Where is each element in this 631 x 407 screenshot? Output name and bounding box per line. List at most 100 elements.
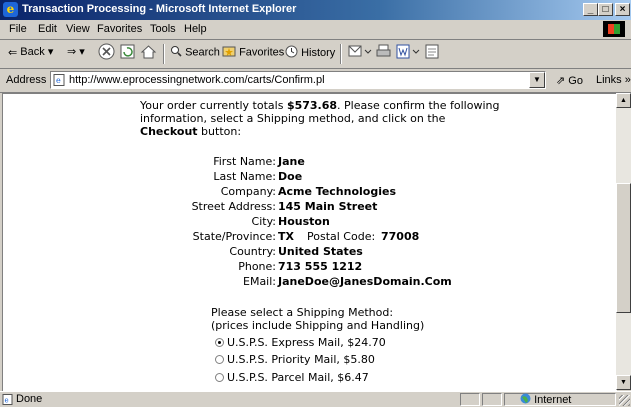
- standard-toolbar: ⇐ Back ▾ ⇒ ▾ Search Favorites History: [0, 40, 631, 69]
- address-bar: Address e http://www.eprocessingnetwork.…: [0, 69, 631, 93]
- history-button[interactable]: History: [285, 45, 335, 61]
- home-icon: [140, 45, 157, 59]
- menu-edit[interactable]: Edit: [38, 23, 57, 35]
- field-label: Company:: [220, 185, 276, 198]
- radio-button-selected[interactable]: [215, 338, 224, 347]
- intro-text: Your order currently totals: [140, 99, 287, 112]
- field-value: United States: [278, 245, 363, 258]
- menu-favorites[interactable]: Favorites: [97, 23, 142, 35]
- printer-icon: [376, 44, 391, 57]
- page-icon: e: [53, 74, 65, 86]
- minimize-button[interactable]: _: [583, 3, 598, 16]
- address-input[interactable]: e http://www.eprocessingnetwork.com/cart…: [50, 71, 546, 89]
- toolbar-separator: [163, 44, 165, 64]
- favorites-button[interactable]: Favorites: [222, 45, 284, 60]
- field-value: Houston: [278, 215, 330, 228]
- search-label: Search: [185, 46, 220, 59]
- forward-arrow-icon: ⇒ ▾: [67, 46, 85, 58]
- maximize-button[interactable]: □: [598, 3, 613, 16]
- field-value: JaneDoe@JanesDomain.Com: [278, 275, 452, 288]
- page-content: Your order currently totals $573.68. Ple…: [2, 93, 617, 391]
- menu-file[interactable]: File: [9, 23, 27, 35]
- scroll-thumb[interactable]: [616, 183, 631, 313]
- toolbar-separator: [340, 44, 342, 64]
- back-arrow-icon: ⇐: [8, 46, 18, 59]
- field-value: 713 555 1212: [278, 260, 363, 273]
- address-label: Address: [6, 74, 47, 86]
- field-label: EMail:: [243, 275, 276, 288]
- search-button[interactable]: Search: [170, 45, 220, 60]
- menu-help[interactable]: Help: [184, 23, 207, 35]
- field-label: State/Province:: [192, 230, 276, 243]
- go-button[interactable]: ⇗ Go: [556, 74, 583, 87]
- field-value: Jane: [278, 155, 305, 168]
- shipping-option-parcel[interactable]: U.S.P.S. Parcel Mail, $6.47: [215, 370, 369, 386]
- window-title: Transaction Processing - Microsoft Inter…: [22, 3, 297, 15]
- arrow-up-icon: ▲: [620, 97, 627, 104]
- field-row-email: EMail: JaneDoe@JanesDomain.Com: [3, 274, 617, 290]
- shipping-prompt: Please select a Shipping Method: (prices…: [211, 306, 424, 332]
- shipping-option-label: U.S.P.S. Priority Mail, $5.80: [227, 353, 375, 366]
- scroll-up-button[interactable]: ▲: [616, 93, 631, 108]
- chevron-down-icon: ▼: [533, 75, 541, 84]
- word-edit-icon: [396, 44, 420, 59]
- back-button[interactable]: ⇐ Back ▾: [8, 45, 53, 59]
- forward-button[interactable]: ⇒ ▾: [67, 45, 85, 58]
- postal-code-label: Postal Code:: [307, 230, 376, 243]
- discuss-button[interactable]: [424, 43, 441, 63]
- status-bar: e Done Internet: [0, 391, 631, 407]
- chevron-down-icon: ▾: [47, 46, 54, 58]
- page-icon: e: [2, 394, 13, 405]
- field-row-company: Company: Acme Technologies: [3, 184, 617, 200]
- mail-button[interactable]: [347, 43, 373, 63]
- radio-button[interactable]: [215, 373, 224, 382]
- vertical-scrollbar[interactable]: ▲ ▼: [616, 93, 631, 390]
- search-icon: [170, 45, 182, 60]
- close-button[interactable]: ×: [615, 3, 630, 16]
- shipping-option-express[interactable]: U.S.P.S. Express Mail, $24.70: [215, 335, 386, 351]
- globe-icon: [520, 393, 531, 404]
- home-button[interactable]: [140, 43, 157, 63]
- status-panel: [460, 393, 480, 406]
- back-label: Back: [20, 46, 45, 58]
- svg-text:e: e: [5, 397, 9, 405]
- go-arrow-icon: ⇗: [556, 75, 566, 87]
- field-row-city: City: Houston: [3, 214, 617, 230]
- links-button[interactable]: Links »: [596, 74, 631, 86]
- resize-grip[interactable]: [619, 395, 630, 406]
- postal-code-value: 77008: [381, 230, 420, 243]
- radio-button[interactable]: [215, 355, 224, 364]
- field-label: Country:: [229, 245, 276, 258]
- field-label: Phone:: [238, 260, 276, 273]
- print-button[interactable]: [375, 43, 392, 63]
- field-value: Acme Technologies: [278, 185, 397, 198]
- favorites-label: Favorites: [239, 46, 285, 59]
- field-label: First Name:: [213, 155, 276, 168]
- shipping-option-label: U.S.P.S. Parcel Mail, $6.47: [227, 371, 369, 384]
- field-value: TX: [278, 230, 294, 243]
- zone-label: Internet: [534, 394, 572, 406]
- history-icon: [285, 45, 298, 61]
- status-text: Done: [16, 393, 43, 405]
- menu-view[interactable]: View: [66, 23, 90, 35]
- order-total: $573.68: [286, 99, 338, 112]
- refresh-icon: [120, 44, 135, 59]
- discuss-icon: [425, 44, 439, 59]
- refresh-button[interactable]: [119, 43, 136, 63]
- field-row-street: Street Address: 145 Main Street: [3, 199, 617, 215]
- order-intro: Your order currently totals $573.68. Ple…: [140, 99, 500, 138]
- windows-logo-icon: [603, 21, 625, 37]
- edit-button[interactable]: [395, 43, 421, 63]
- links-label: Links: [596, 74, 622, 86]
- arrow-down-icon: ▼: [620, 379, 627, 386]
- chevron-right-icon: »: [624, 74, 631, 86]
- address-dropdown-button[interactable]: ▼: [529, 72, 545, 88]
- shipping-option-priority[interactable]: U.S.P.S. Priority Mail, $5.80: [215, 352, 375, 368]
- title-bar[interactable]: e Transaction Processing - Microsoft Int…: [0, 0, 631, 20]
- history-label: History: [301, 46, 336, 59]
- menu-bar: File Edit View Favorites Tools Help: [0, 20, 631, 40]
- menu-tools[interactable]: Tools: [150, 23, 176, 35]
- address-url: http://www.eprocessingnetwork.com/carts/…: [69, 74, 325, 86]
- stop-button[interactable]: [98, 43, 115, 63]
- scroll-down-button[interactable]: ▼: [616, 375, 631, 390]
